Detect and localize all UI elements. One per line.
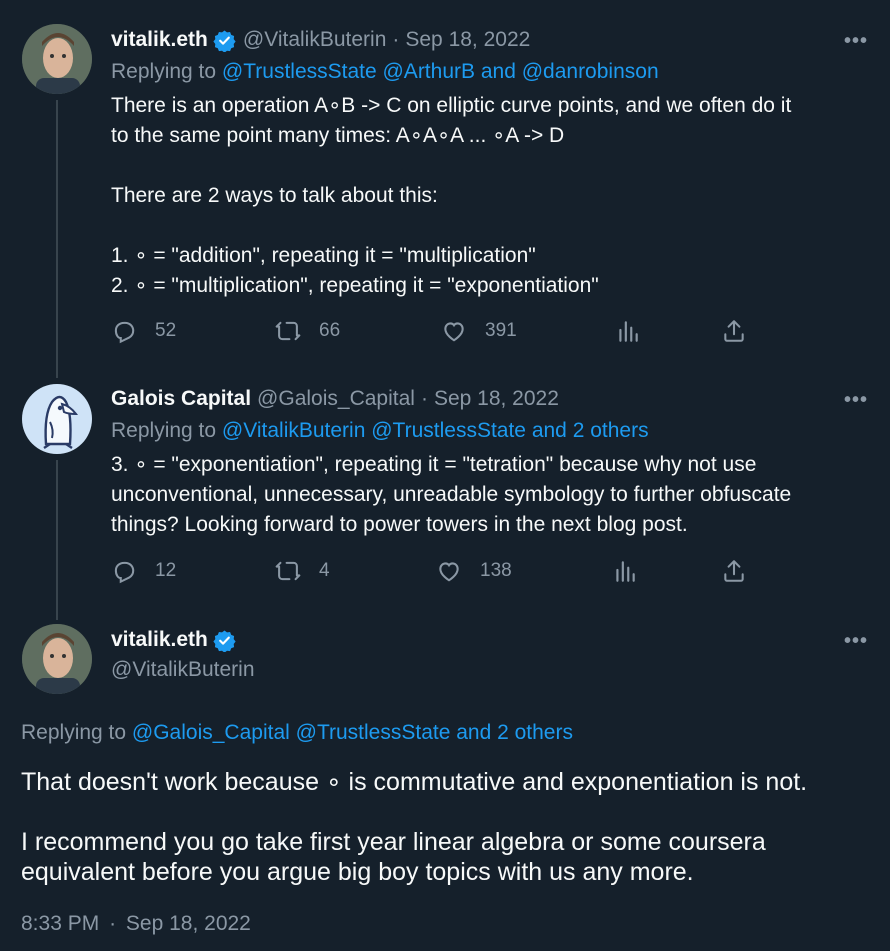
views-button[interactable] [612,558,656,584]
tweet-text: That doesn't work because ∘ is commutati… [21,768,808,886]
retweet-count: 4 [319,560,330,581]
avatar[interactable] [22,24,92,94]
reply-targets-link[interactable]: @VitalikButerin @TrustlessState and 2 ot… [222,419,649,442]
views-button[interactable] [615,318,659,344]
verified-badge-icon [213,629,236,653]
views-icon [616,561,635,582]
tweet-actions: 52 66 391 [0,318,890,348]
author-name[interactable]: vitalik.eth [111,628,208,652]
more-icon[interactable]: ••• [844,389,868,412]
reply-icon [114,561,135,584]
like-icon [439,562,459,582]
replying-to-label: Replying to [21,721,127,744]
separator-dot: · [420,387,428,410]
tweet-galois[interactable]: Galois Capital @Galois_Capital · Sep 18,… [0,370,890,610]
tweet-vitalik-1[interactable]: vitalik.eth @VitalikButerin · Sep 18, 20… [0,0,890,370]
reply-button[interactable]: 12 [111,558,176,584]
share-button[interactable] [721,558,765,584]
more-icon[interactable]: ••• [844,30,868,53]
replying-to: Replying to @Galois_Capital @TrustlessSt… [21,721,573,745]
retweet-icon [275,561,301,581]
share-icon [724,560,744,582]
verified-badge-icon [213,29,236,53]
retweet-icon [275,321,301,341]
avatar[interactable] [22,384,92,454]
tweet-date[interactable]: Sep 18, 2022 [126,912,251,935]
reply-icon [114,321,135,344]
replying-to: Replying to @VitalikButerin @TrustlessSt… [111,419,649,443]
reply-targets-link[interactable]: @TrustlessState @ArthurB and @danrobinso… [222,60,659,83]
tweet-date[interactable]: Sep 18, 2022 [405,28,530,52]
like-button[interactable]: 391 [441,318,517,344]
replying-to: Replying to @TrustlessState @ArthurB and… [111,60,659,84]
replying-to-label: Replying to [111,419,217,442]
tweet-timestamp[interactable]: 8:33 PM · Sep 18, 2022 [21,912,251,936]
like-button[interactable]: 138 [436,558,512,584]
reply-button[interactable]: 52 [111,318,176,344]
like-icon [444,322,464,342]
tweet-actions: 12 4 138 [0,558,890,588]
tweet-main: vitalik.eth @VitalikButerin ••• Replying… [0,610,890,951]
tweet-time[interactable]: 8:33 PM [21,912,99,935]
retweet-count: 66 [319,320,341,341]
author-name[interactable]: vitalik.eth [111,28,208,52]
author-handle[interactable]: @VitalikButerin [243,28,387,52]
replying-to-label: Replying to [111,60,217,83]
share-icon [724,320,744,342]
tweet-text: 3. ∘ = "exponentiation", repeating it = … [111,453,792,536]
like-count: 391 [485,320,517,341]
tweet-text: There is an operation A∘B -> C on ellipt… [111,94,792,297]
tweet-date[interactable]: Sep 18, 2022 [434,387,559,411]
views-icon [619,321,638,342]
more-icon[interactable]: ••• [844,630,868,653]
retweet-button[interactable]: 66 [275,318,340,344]
avatar[interactable] [22,624,92,694]
like-count: 138 [480,560,512,581]
share-button[interactable] [721,318,765,344]
reply-count: 52 [155,320,177,341]
author-handle[interactable]: @VitalikButerin [111,658,255,682]
reply-count: 12 [155,560,177,581]
separator-dot: · [392,28,400,51]
retweet-button[interactable]: 4 [275,558,330,584]
author-name[interactable]: Galois Capital [111,387,251,411]
reply-targets-link[interactable]: @Galois_Capital @TrustlessState and 2 ot… [132,721,573,744]
author-handle[interactable]: @Galois_Capital [257,387,415,411]
separator-dot: · [109,912,117,935]
